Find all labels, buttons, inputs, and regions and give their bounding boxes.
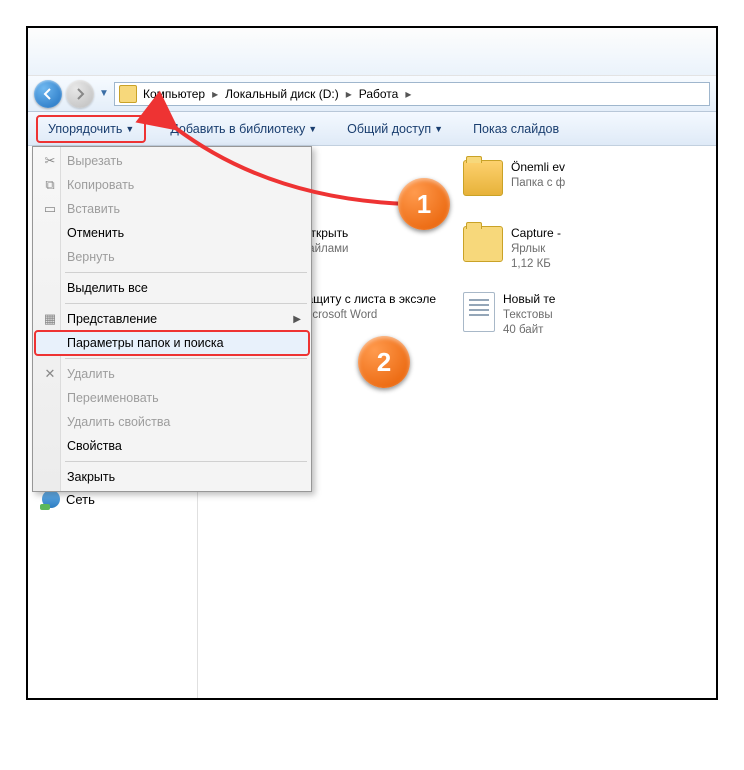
cut-icon: ✂ bbox=[42, 153, 58, 169]
annotation-marker-2: 2 bbox=[358, 336, 410, 388]
nav-history-dropdown[interactable]: ▼ bbox=[98, 82, 110, 106]
chevron-right-icon: ▶ bbox=[293, 314, 309, 325]
chevron-right-icon[interactable]: ▸ bbox=[207, 87, 223, 101]
nav-bar: ▼ Компьютер ▸ Локальный диск (D:) ▸ Рабо… bbox=[28, 76, 716, 112]
paste-icon: ▭ bbox=[42, 201, 58, 217]
menu-properties[interactable]: Свойства bbox=[35, 434, 309, 458]
copy-icon: ⧉ bbox=[42, 177, 58, 193]
menu-close[interactable]: Закрыть bbox=[35, 465, 309, 489]
breadcrumb-item[interactable]: Локальный диск (D:) bbox=[223, 87, 341, 101]
chevron-right-icon[interactable]: ▸ bbox=[400, 87, 416, 101]
menu-select-all[interactable]: Выделить все bbox=[35, 276, 309, 300]
network-icon bbox=[42, 490, 60, 508]
breadcrumb-item[interactable]: Компьютер bbox=[141, 87, 207, 101]
chevron-down-icon: ▼ bbox=[125, 124, 134, 134]
annotation-highlight-1: Упорядочить ▼ bbox=[36, 115, 146, 143]
breadcrumb[interactable]: Компьютер ▸ Локальный диск (D:) ▸ Работа… bbox=[114, 82, 710, 106]
menu-folder-options[interactable]: Параметры папок и поиска bbox=[35, 331, 309, 355]
menu-separator bbox=[65, 358, 307, 359]
breadcrumb-item[interactable]: Работа bbox=[357, 87, 401, 101]
delete-icon: ✕ bbox=[42, 366, 58, 382]
file-item[interactable]: Новый теТекстовы40 байт bbox=[463, 292, 708, 350]
nav-back-button[interactable] bbox=[34, 80, 62, 108]
annotation-marker-1: 1 bbox=[398, 178, 450, 230]
organize-label: Упорядочить bbox=[48, 122, 122, 136]
text-document-icon bbox=[463, 292, 495, 332]
menu-view[interactable]: ▦Представление▶ bbox=[35, 307, 309, 331]
chevron-right-icon[interactable]: ▸ bbox=[341, 87, 357, 101]
organize-button[interactable]: Упорядочить ▼ bbox=[42, 118, 140, 140]
menu-redo[interactable]: Вернуть bbox=[35, 245, 309, 269]
titlebar-area bbox=[28, 28, 716, 76]
menu-remove-props[interactable]: Удалить свойства bbox=[35, 410, 309, 434]
file-item[interactable]: Capture -Ярлык1,12 КБ bbox=[463, 226, 708, 284]
shortcut-icon bbox=[463, 226, 503, 262]
folder-icon bbox=[463, 160, 503, 196]
file-item[interactable]: Önemli evПапка с ф bbox=[463, 160, 708, 218]
menu-separator bbox=[65, 272, 307, 273]
nav-forward-button[interactable] bbox=[66, 80, 94, 108]
chevron-down-icon: ▼ bbox=[434, 124, 443, 134]
menu-separator bbox=[65, 461, 307, 462]
menu-rename[interactable]: Переименовать bbox=[35, 386, 309, 410]
menu-separator bbox=[65, 303, 307, 304]
slideshow-button[interactable]: Показ слайдов bbox=[467, 118, 565, 140]
folder-icon bbox=[119, 85, 137, 103]
layout-icon: ▦ bbox=[42, 311, 58, 327]
annotation-arrow bbox=[158, 114, 418, 229]
menu-delete[interactable]: ✕Удалить bbox=[35, 362, 309, 386]
